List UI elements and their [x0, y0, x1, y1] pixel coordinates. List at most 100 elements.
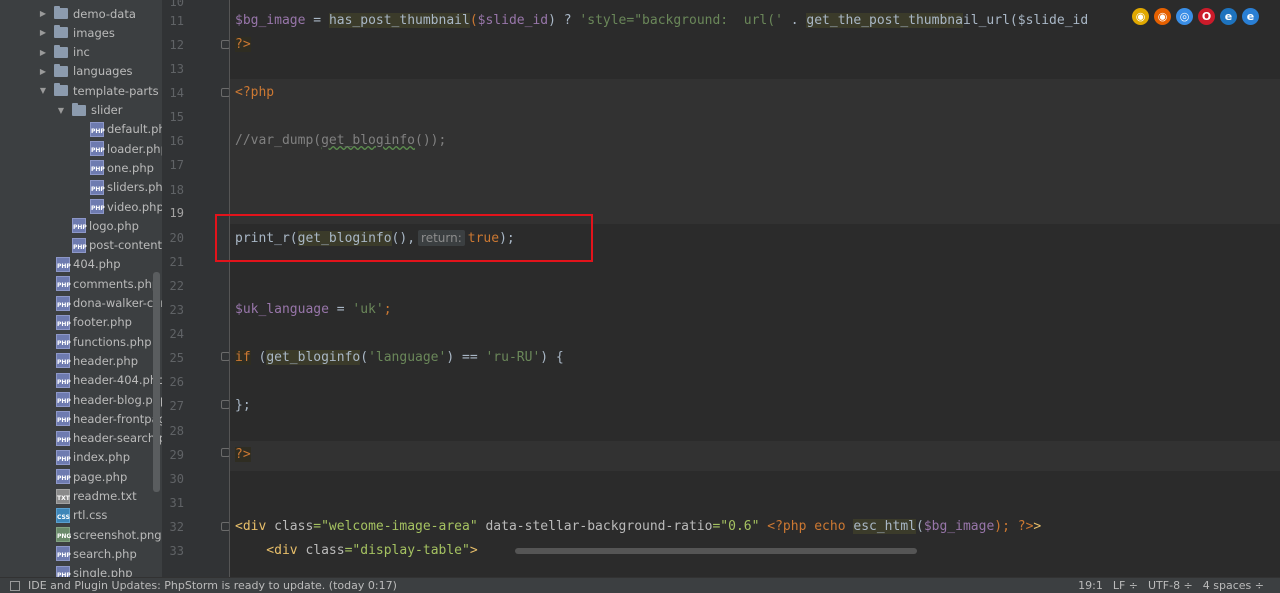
line-number[interactable]: 15: [162, 109, 184, 125]
line-number[interactable]: 28: [162, 423, 184, 439]
line-number[interactable]: 22: [162, 278, 184, 294]
tree-folder[interactable]: ▼ template-parts: [38, 81, 159, 100]
php-file-icon: PHP: [56, 276, 71, 292]
firefox-icon[interactable]: ◉: [1154, 8, 1171, 25]
php-file-icon: PHP: [90, 141, 105, 157]
line-number[interactable]: 31: [162, 495, 184, 511]
php-file-icon: PHP: [56, 295, 71, 311]
code-editor[interactable]: $bg_image = has_post_thumbnail($slide_id…: [230, 0, 1280, 577]
line-number[interactable]: 11: [162, 13, 184, 29]
tree-folder[interactable]: ▶ images: [38, 23, 115, 42]
tree-folder[interactable]: ▶ languages: [38, 62, 133, 81]
chrome-icon[interactable]: ◉: [1132, 8, 1149, 25]
expand-right-icon[interactable]: ▶: [38, 48, 48, 57]
php-file-icon: PHP: [56, 392, 71, 407]
tree-item-label: languages: [73, 64, 133, 79]
expand-right-icon[interactable]: ▶: [38, 28, 48, 37]
tree-file[interactable]: PHP comments.php: [56, 274, 159, 293]
line-number[interactable]: 17: [162, 157, 184, 173]
tree-file[interactable]: PHP one.php: [90, 158, 154, 177]
tree-file[interactable]: PHP index.php: [56, 448, 130, 467]
safari-icon[interactable]: ◎: [1176, 8, 1193, 25]
line-number[interactable]: 16: [162, 133, 184, 149]
tree-file[interactable]: TXT readme.txt: [56, 487, 137, 506]
fold-marker-icon[interactable]: [221, 448, 229, 457]
tree-item-label: index.php: [73, 450, 131, 465]
expand-right-icon[interactable]: ▶: [38, 9, 48, 18]
tree-file[interactable]: PNG screenshot.png: [56, 525, 162, 544]
tree-item-label: readme.txt: [73, 489, 137, 503]
line-number[interactable]: 19: [162, 205, 184, 221]
code-line-16: //var_dump(get_bloginfo());: [235, 133, 447, 148]
file-encoding[interactable]: UTF-8 ÷: [1148, 578, 1193, 593]
tree-folder[interactable]: ▶ inc: [38, 43, 90, 62]
folder-icon: [54, 83, 68, 97]
opera-icon[interactable]: O: [1198, 8, 1215, 25]
tree-item-label: screenshot.png: [73, 527, 162, 542]
tree-file[interactable]: CSS rtl.css: [56, 506, 107, 525]
tree-file[interactable]: PHP post-content-: [72, 236, 162, 255]
tree-file[interactable]: PHP logo.php: [72, 216, 139, 235]
tree-scrollbar[interactable]: [153, 272, 160, 492]
tree-file[interactable]: PHP footer.php: [56, 313, 132, 332]
line-number[interactable]: 25: [162, 350, 184, 366]
line-number[interactable]: 29: [162, 447, 184, 463]
fold-marker-icon[interactable]: [221, 522, 229, 531]
line-number[interactable]: 33: [162, 543, 184, 559]
line-number[interactable]: 30: [162, 471, 184, 487]
tree-file[interactable]: PHPdefault.php: [90, 120, 162, 139]
expand-down-icon[interactable]: ▼: [56, 106, 66, 115]
tree-item-label: one.php: [107, 160, 154, 175]
tree-file[interactable]: PHP header.php: [56, 351, 138, 370]
line-number[interactable]: 18: [162, 182, 184, 198]
tree-file[interactable]: PHPheader-search.ph: [56, 429, 162, 448]
tree-file[interactable]: PHP header-404.php: [56, 371, 162, 390]
tree-file[interactable]: PHP single.php: [56, 564, 133, 577]
line-separator[interactable]: LF ÷: [1113, 578, 1138, 593]
line-number[interactable]: 27: [162, 398, 184, 414]
edge-icon[interactable]: e: [1242, 8, 1259, 25]
tree-item-label: 404.php: [73, 257, 121, 272]
tree-file[interactable]: PHP header-blog.php: [56, 390, 162, 409]
fold-marker-icon[interactable]: [221, 352, 229, 361]
expand-right-icon[interactable]: ▶: [38, 67, 48, 76]
line-number[interactable]: 13: [162, 61, 184, 77]
fold-marker-icon[interactable]: [221, 40, 229, 49]
tree-file[interactable]: PHP 404.php: [56, 255, 121, 274]
line-number[interactable]: 20: [162, 230, 184, 246]
fold-marker-icon[interactable]: [221, 400, 229, 409]
code-line-29: ?>: [235, 447, 251, 462]
line-number[interactable]: 23: [162, 302, 184, 318]
line-number[interactable]: 24: [162, 326, 184, 342]
ie-icon[interactable]: e: [1220, 8, 1237, 25]
tree-file[interactable]: PHP page.php: [56, 467, 127, 486]
toggle-tool-windows-icon[interactable]: [10, 580, 20, 591]
tree-file[interactable]: PHP video.php: [90, 197, 162, 216]
indent-setting[interactable]: 4 spaces ÷: [1203, 578, 1264, 593]
tree-file[interactable]: PHP search.php: [56, 544, 137, 563]
horizontal-scrollbar[interactable]: [515, 548, 917, 554]
tree-file[interactable]: PHPsliders.php: [90, 178, 162, 197]
line-number[interactable]: 21: [162, 254, 184, 270]
line-number[interactable]: 14: [162, 85, 184, 101]
tree-folder[interactable]: ▼ slider: [56, 101, 123, 120]
folder-icon: [54, 44, 68, 58]
tree-file[interactable]: PHP functions.php: [56, 332, 152, 351]
php-file-icon: PHP: [90, 199, 105, 214]
php-file-icon: PHP: [72, 218, 87, 234]
expand-down-icon[interactable]: ▼: [38, 86, 48, 95]
folder-icon: [72, 102, 86, 116]
status-message[interactable]: IDE and Plugin Updates: PhpStorm is read…: [28, 578, 397, 593]
txt-file-icon: TXT: [56, 488, 70, 504]
line-number[interactable]: 32: [162, 519, 184, 535]
php-file-icon: PHP: [56, 411, 71, 427]
tree-file[interactable]: PHP dona-walker-com: [56, 294, 162, 313]
tree-folder[interactable]: ▶ demo-data: [38, 4, 136, 23]
cursor-position[interactable]: 19:1: [1078, 578, 1103, 593]
line-number[interactable]: 26: [162, 374, 184, 390]
tree-file[interactable]: PHP loader.php: [90, 139, 162, 158]
tree-file[interactable]: PHPheader-frontpage: [56, 409, 162, 428]
line-number[interactable]: 10: [162, 0, 184, 10]
fold-marker-icon[interactable]: [221, 88, 229, 97]
line-number[interactable]: 12: [162, 37, 184, 53]
